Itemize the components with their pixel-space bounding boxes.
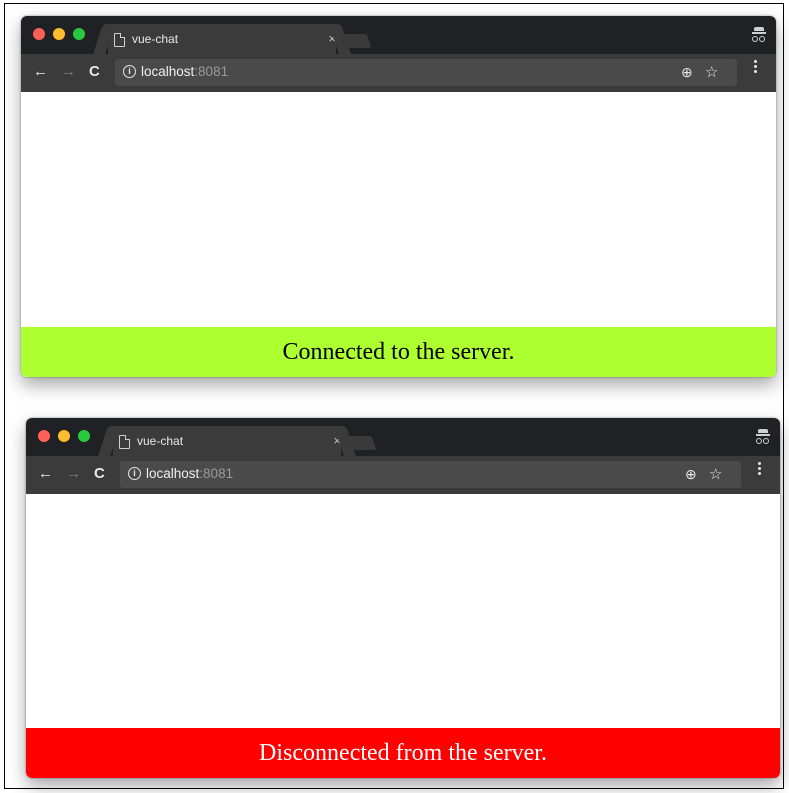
status-banner: Connected to the server. — [21, 327, 776, 377]
status-banner: Disconnected from the server. — [26, 728, 780, 778]
address-bar[interactable]: i localhost:8081 ⊕ ☆ — [115, 59, 737, 86]
address-port: :8081 — [194, 64, 229, 79]
incognito-icon — [756, 429, 770, 445]
reload-icon[interactable]: C — [89, 63, 100, 81]
maximize-window-button[interactable] — [73, 28, 85, 40]
window-controls — [33, 28, 85, 40]
page-icon — [119, 435, 130, 449]
address-port: :8081 — [199, 466, 234, 481]
address-text[interactable]: localhost:8081 — [141, 64, 228, 79]
minimize-window-button[interactable] — [53, 28, 65, 40]
incognito-icon — [752, 27, 766, 43]
info-icon[interactable]: i — [128, 467, 141, 480]
title-bar: vue-chat × — [21, 16, 776, 54]
forward-icon[interactable]: → — [66, 465, 81, 483]
new-tab-button[interactable] — [345, 436, 377, 450]
zoom-icon[interactable]: ⊕ — [681, 64, 693, 81]
menu-icon[interactable] — [754, 60, 757, 75]
close-window-button[interactable] — [33, 28, 45, 40]
maximize-window-button[interactable] — [78, 430, 90, 442]
browser-toolbar: ← → C i localhost:8081 ⊕ ☆ — [26, 456, 780, 494]
browser-tab[interactable]: vue-chat × — [113, 426, 341, 456]
address-host: localhost — [141, 64, 195, 79]
info-icon[interactable]: i — [123, 65, 136, 78]
page-content: Connected to the server. — [21, 92, 776, 377]
tab-title: vue-chat — [137, 434, 184, 448]
forward-icon[interactable]: → — [61, 63, 76, 81]
address-text[interactable]: localhost:8081 — [146, 466, 233, 481]
back-icon[interactable]: ← — [38, 465, 53, 483]
reload-icon[interactable]: C — [94, 465, 105, 483]
page-icon — [114, 33, 125, 47]
close-window-button[interactable] — [38, 430, 50, 442]
zoom-icon[interactable]: ⊕ — [685, 466, 697, 483]
page-content: Disconnected from the server. — [26, 494, 780, 778]
window-controls — [38, 430, 90, 442]
menu-icon[interactable] — [758, 462, 761, 477]
star-icon[interactable]: ☆ — [709, 465, 722, 483]
tab-close-icon[interactable]: × — [333, 434, 341, 447]
tab-title: vue-chat — [132, 32, 179, 46]
back-icon[interactable]: ← — [33, 63, 48, 81]
new-tab-button[interactable] — [340, 34, 372, 48]
minimize-window-button[interactable] — [58, 430, 70, 442]
browser-window-disconnected: vue-chat × ← → C i localhost:8081 ⊕ ☆ Di… — [26, 418, 780, 778]
browser-window-connected: vue-chat × ← → C i localhost:8081 ⊕ ☆ Co… — [21, 16, 776, 377]
address-host: localhost — [146, 466, 200, 481]
title-bar: vue-chat × — [26, 418, 780, 456]
browser-toolbar: ← → C i localhost:8081 ⊕ ☆ — [21, 54, 776, 92]
star-icon[interactable]: ☆ — [705, 63, 718, 81]
browser-tab[interactable]: vue-chat × — [108, 24, 336, 54]
address-bar[interactable]: i localhost:8081 ⊕ ☆ — [120, 461, 741, 488]
tab-close-icon[interactable]: × — [328, 32, 336, 45]
